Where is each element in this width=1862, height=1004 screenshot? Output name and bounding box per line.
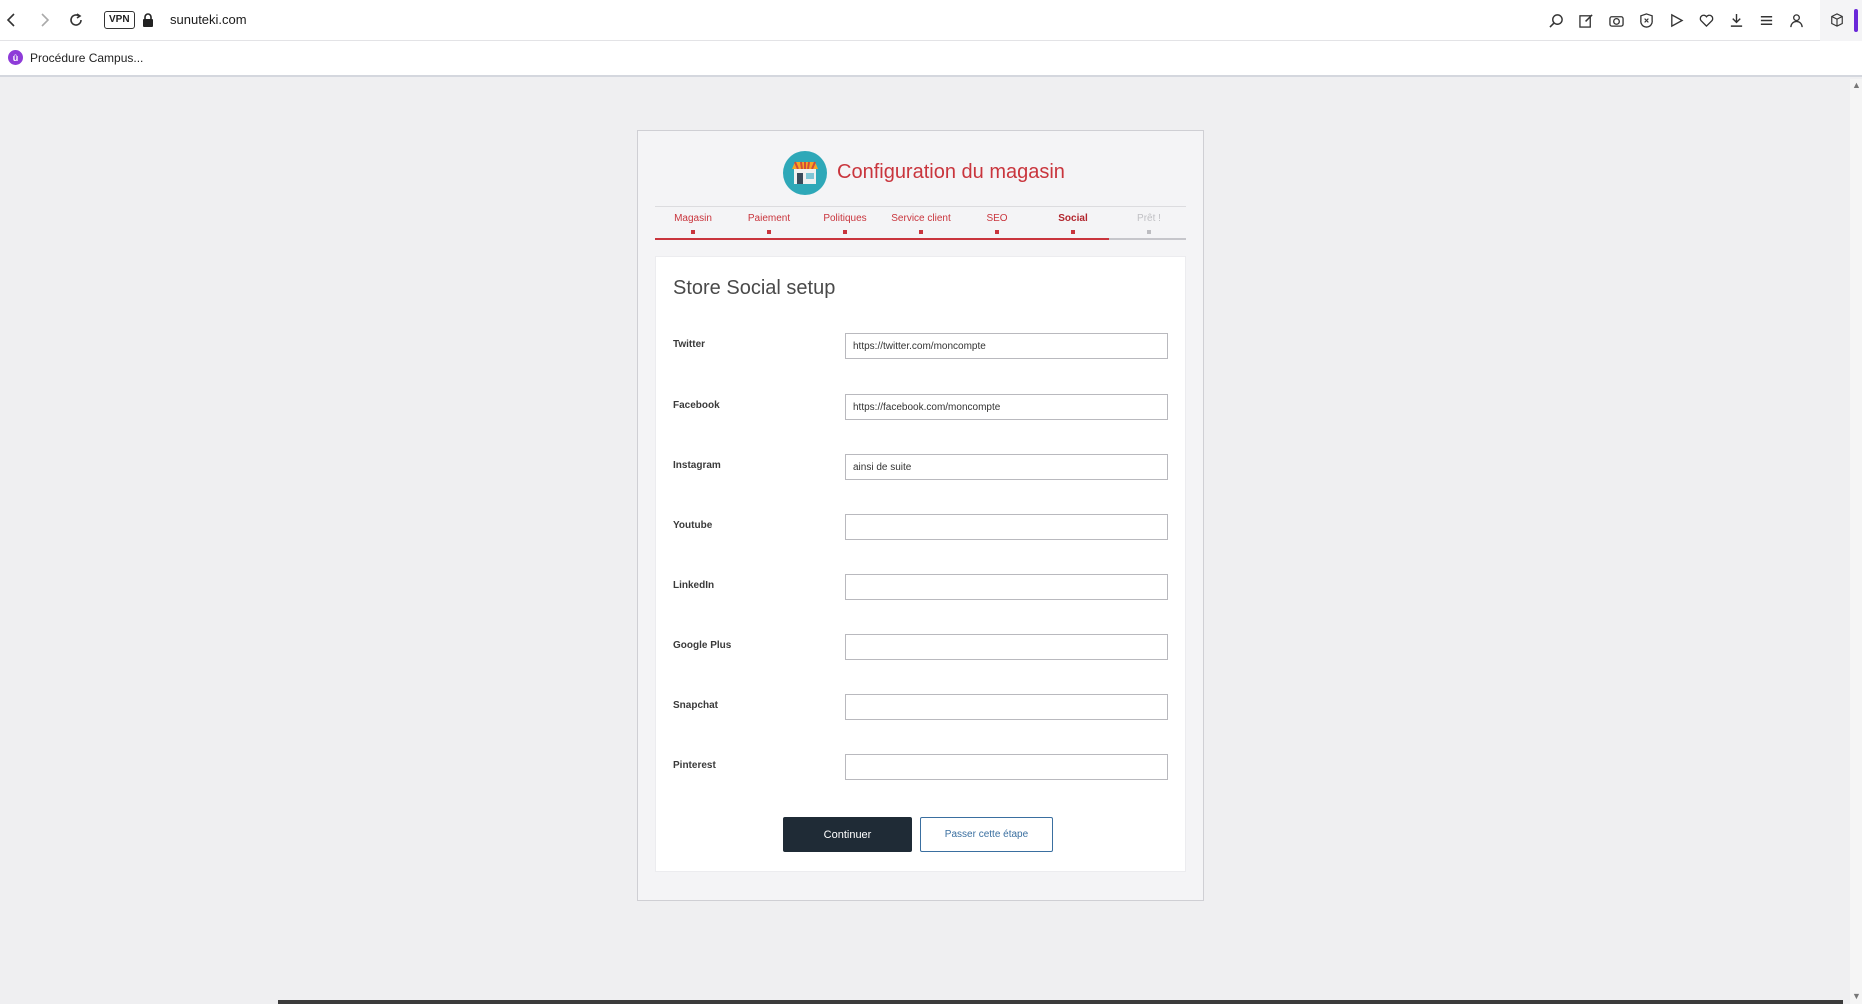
browser-toolbar: VPN sunuteki.com — [0, 0, 1862, 41]
reload-icon — [70, 13, 82, 26]
store-icon — [783, 151, 827, 195]
social-form-panel: Store Social setup Twitter Facebook Inst… — [655, 256, 1186, 872]
progress-track-complete — [655, 238, 1109, 240]
field-row-snapchat: Snapchat — [673, 694, 1170, 726]
facebook-label: Facebook — [673, 400, 720, 411]
linkedin-input[interactable] — [845, 574, 1168, 600]
google-plus-label: Google Plus — [673, 640, 732, 651]
vpn-badge[interactable]: VPN — [104, 11, 135, 29]
step-marker — [1147, 230, 1151, 234]
facebook-input[interactable] — [845, 394, 1168, 420]
camera-icon[interactable] — [1604, 8, 1628, 32]
step-service-client[interactable]: Service client — [883, 213, 959, 224]
step-marker — [919, 230, 923, 234]
skip-step-button[interactable]: Passer cette étape — [920, 817, 1053, 852]
field-row-twitter: Twitter — [673, 333, 1170, 365]
cube-icon — [1831, 13, 1843, 27]
bookmark-procedure-campus[interactable]: û Procédure Campus... — [8, 50, 143, 65]
bookmark-label: Procédure Campus... — [30, 50, 144, 65]
field-row-youtube: Youtube — [673, 514, 1170, 546]
sidebar-indicator — [1854, 9, 1858, 32]
extension-button[interactable] — [1826, 9, 1848, 31]
search-icon[interactable] — [1544, 8, 1568, 32]
snapchat-label: Snapchat — [673, 700, 719, 711]
setup-header: Configuration du magasin — [638, 151, 1203, 197]
extension-area — [1820, 0, 1862, 41]
step-seo[interactable]: SEO — [959, 213, 1035, 224]
scroll-up-icon[interactable]: ▲ — [1852, 81, 1861, 90]
forward-arrow-icon — [41, 13, 50, 27]
scroll-down-icon[interactable]: ▼ — [1852, 992, 1861, 1001]
shield-icon[interactable] — [1634, 8, 1658, 32]
instagram-label: Instagram — [673, 460, 721, 471]
pinterest-input[interactable] — [845, 754, 1168, 780]
twitter-input[interactable] — [845, 333, 1168, 359]
step-pret: Prêt ! — [1137, 213, 1161, 224]
step-magasin[interactable]: Magasin — [655, 213, 731, 224]
header-divider — [655, 206, 1186, 207]
field-row-facebook: Facebook — [673, 394, 1170, 426]
step-marker — [995, 230, 999, 234]
instagram-input[interactable] — [845, 454, 1168, 480]
field-row-google-plus: Google Plus — [673, 634, 1170, 666]
form-title: Store Social setup — [673, 277, 836, 299]
edit-icon[interactable] — [1574, 8, 1598, 32]
bookmark-icon: û — [8, 50, 23, 65]
back-arrow-icon — [6, 13, 15, 27]
step-marker — [691, 230, 695, 234]
step-marker — [843, 230, 847, 234]
heart-icon[interactable] — [1694, 8, 1718, 32]
store-setup-card: Configuration du magasin Magasin Paiemen… — [637, 130, 1204, 901]
lock-icon[interactable] — [141, 12, 155, 28]
field-row-pinterest: Pinterest — [673, 754, 1170, 786]
youtube-input[interactable] — [845, 514, 1168, 540]
snapchat-input[interactable] — [845, 694, 1168, 720]
step-marker — [767, 230, 771, 234]
youtube-label: Youtube — [673, 520, 713, 531]
pinterest-label: Pinterest — [673, 760, 716, 771]
horizontal-scrollbar[interactable] — [278, 1000, 1843, 1004]
page-title: Configuration du magasin — [837, 161, 1065, 183]
step-paiement[interactable]: Paiement — [731, 213, 807, 224]
forward-button[interactable] — [32, 8, 56, 32]
download-icon[interactable] — [1724, 8, 1748, 32]
field-row-linkedin: LinkedIn — [673, 574, 1170, 606]
twitter-label: Twitter — [673, 339, 706, 350]
google-plus-input[interactable] — [845, 634, 1168, 660]
address-bar[interactable]: sunuteki.com — [170, 12, 247, 27]
profile-icon[interactable] — [1784, 8, 1808, 32]
step-social[interactable]: Social — [1035, 213, 1111, 224]
bookmarks-bar: û Procédure Campus... — [0, 41, 1862, 77]
step-politiques[interactable]: Politiques — [807, 213, 883, 224]
field-row-instagram: Instagram — [673, 454, 1170, 486]
back-button[interactable] — [0, 8, 24, 32]
step-marker — [1071, 230, 1075, 234]
linkedin-label: LinkedIn — [673, 580, 715, 591]
menu-icon[interactable] — [1754, 8, 1778, 32]
continue-button[interactable]: Continuer — [783, 817, 912, 852]
play-icon[interactable] — [1664, 8, 1688, 32]
setup-steps: Magasin Paiement Politiques Service clie… — [655, 213, 1186, 243]
reload-button[interactable] — [64, 8, 88, 32]
progress-track-remaining — [1109, 238, 1186, 240]
toolbar-icons — [1544, 8, 1808, 32]
page-scrollbar[interactable]: ▲ ▼ — [1850, 79, 1862, 1004]
